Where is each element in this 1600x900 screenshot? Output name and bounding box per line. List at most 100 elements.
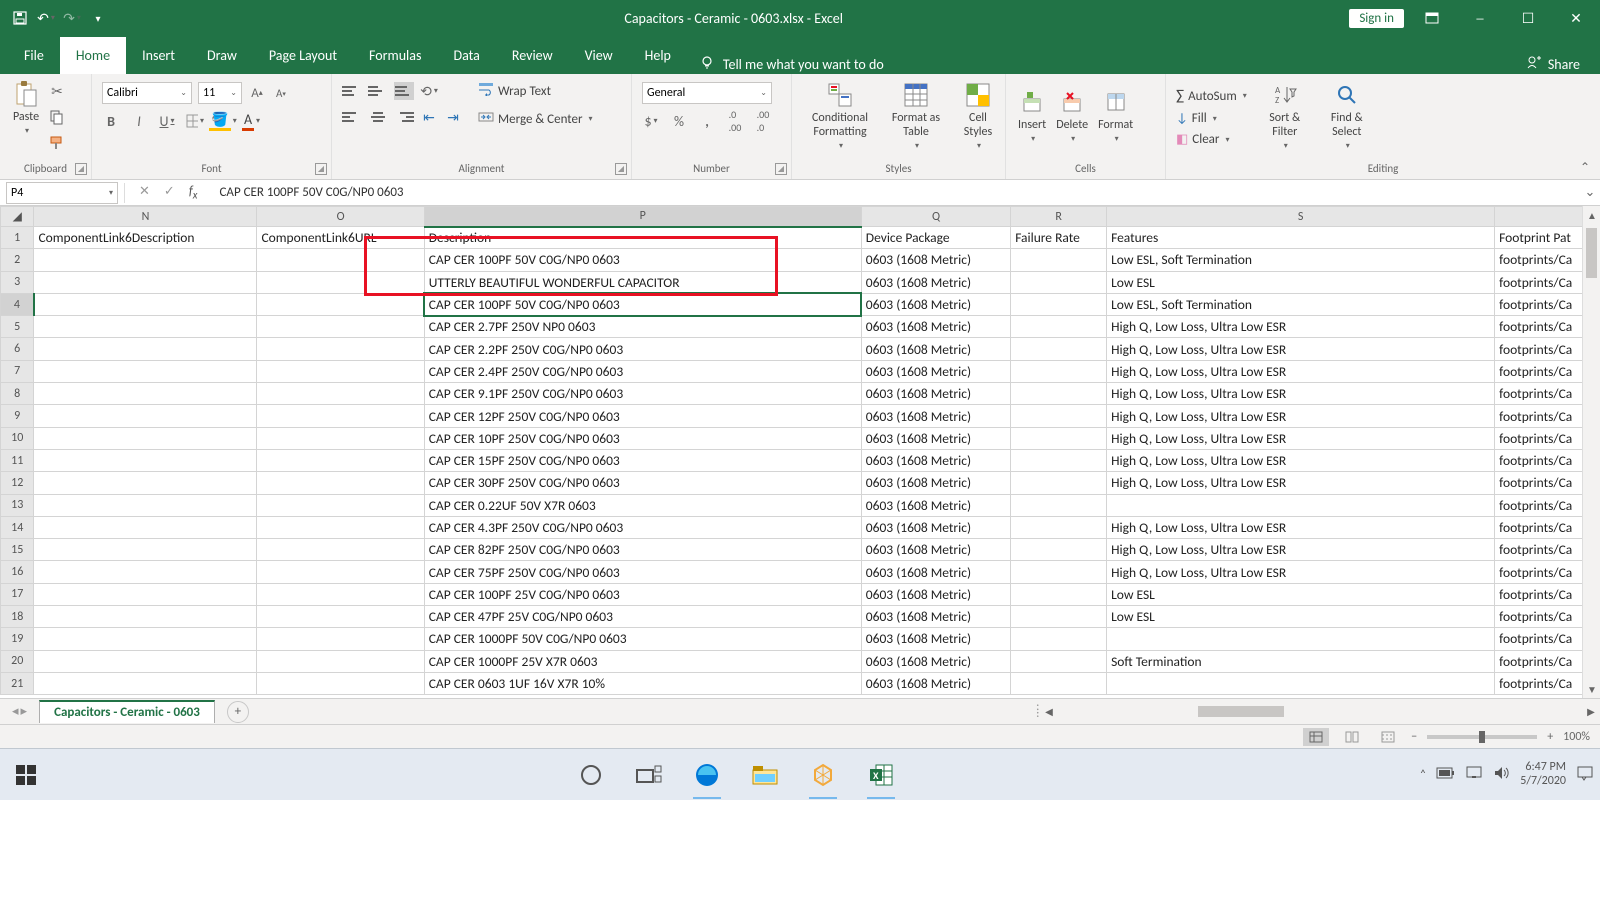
row-header[interactable]: 10 — [1, 427, 34, 449]
clock[interactable]: 6:47 PM 5/7/2020 — [1520, 761, 1566, 787]
cell[interactable]: High Q, Low Loss, Ultra Low ESR — [1107, 561, 1495, 583]
row-header[interactable]: 18 — [1, 606, 34, 628]
dialog-launcher-icon[interactable]: ◢ — [75, 163, 87, 175]
cell[interactable]: High Q, Low Loss, Ultra Low ESR — [1107, 383, 1495, 405]
tab-home[interactable]: Home — [60, 37, 126, 74]
col-header[interactable]: R — [1011, 207, 1107, 227]
row-header[interactable]: 8 — [1, 383, 34, 405]
maximize-icon[interactable]: ☐ — [1508, 0, 1548, 36]
tab-insert[interactable]: Insert — [126, 37, 191, 74]
cell[interactable]: CAP CER 0603 1UF 16V X7R 10% — [424, 672, 861, 694]
align-middle-icon[interactable] — [368, 82, 388, 100]
row-header[interactable]: 11 — [1, 449, 34, 471]
insert-cells-button[interactable]: Insert▾ — [1016, 86, 1048, 146]
tab-draw[interactable]: Draw — [191, 37, 253, 74]
cell[interactable] — [1011, 628, 1107, 650]
cell[interactable] — [257, 405, 424, 427]
paste-button[interactable]: Paste ▾ — [10, 78, 42, 138]
network-icon[interactable] — [1466, 766, 1484, 784]
cell[interactable] — [1011, 650, 1107, 672]
cell[interactable]: CAP CER 2.4PF 250V C0G/NP0 0603 — [424, 360, 861, 382]
scroll-left-icon[interactable]: ◀ — [1040, 703, 1058, 721]
col-header[interactable]: P — [424, 207, 861, 227]
row-header[interactable]: 3 — [1, 271, 34, 293]
cell[interactable]: CAP CER 4.3PF 250V C0G/NP0 0603 — [424, 516, 861, 538]
orientation-icon[interactable]: ⟲▾ — [420, 82, 438, 100]
cell[interactable]: CAP CER 0.22UF 50V X7R 0603 — [424, 494, 861, 516]
cell[interactable]: 0603 (1608 Metric) — [861, 293, 1010, 315]
cell[interactable]: High Q, Low Loss, Ultra Low ESR — [1107, 539, 1495, 561]
sign-in-button[interactable]: Sign in — [1349, 9, 1404, 28]
cell[interactable] — [34, 338, 257, 360]
cell[interactable]: 0603 (1608 Metric) — [861, 427, 1010, 449]
decrease-indent-icon[interactable]: ⇤ — [420, 108, 438, 126]
cell[interactable]: CAP CER 1000PF 50V C0G/NP0 0603 — [424, 628, 861, 650]
cell[interactable] — [34, 606, 257, 628]
cell[interactable]: High Q, Low Loss, Ultra Low ESR — [1107, 472, 1495, 494]
row-header[interactable]: 20 — [1, 650, 34, 672]
cancel-formula-icon[interactable]: ✕ — [139, 184, 150, 202]
row-header[interactable]: 7 — [1, 360, 34, 382]
cell[interactable] — [1011, 494, 1107, 516]
start-button[interactable] — [0, 749, 52, 801]
cell[interactable]: 0603 (1608 Metric) — [861, 606, 1010, 628]
cell[interactable] — [257, 583, 424, 605]
cell[interactable]: High Q, Low Loss, Ultra Low ESR — [1107, 405, 1495, 427]
cell[interactable]: ComponentLink6Description — [34, 227, 257, 249]
row-header[interactable]: 15 — [1, 539, 34, 561]
cell[interactable] — [257, 338, 424, 360]
collapse-ribbon-icon[interactable]: ⌃ — [1580, 160, 1590, 175]
row-header[interactable]: 21 — [1, 672, 34, 694]
cell[interactable]: CAP CER 9.1PF 250V C0G/NP0 0603 — [424, 383, 861, 405]
cell[interactable] — [257, 383, 424, 405]
cell-styles-button[interactable]: Cell Styles▾ — [954, 79, 1002, 153]
sheet-tab[interactable]: Capacitors - Ceramic - 0603 — [39, 700, 215, 723]
cell[interactable] — [1011, 293, 1107, 315]
cell[interactable] — [257, 561, 424, 583]
cell[interactable] — [1011, 338, 1107, 360]
cell[interactable] — [257, 650, 424, 672]
sheet-nav-next-icon[interactable]: ▸ — [21, 704, 28, 719]
cell[interactable]: 0603 (1608 Metric) — [861, 583, 1010, 605]
fill-color-icon[interactable]: 🪣▾ — [214, 112, 232, 130]
decrease-decimal-icon[interactable]: .00.0 — [754, 112, 772, 130]
cell[interactable]: Device Package — [861, 227, 1010, 249]
cell[interactable]: High Q, Low Loss, Ultra Low ESR — [1107, 338, 1495, 360]
scroll-down-icon[interactable]: ▼ — [1583, 680, 1600, 698]
cell[interactable]: 0603 (1608 Metric) — [861, 672, 1010, 694]
cell[interactable] — [257, 606, 424, 628]
row-header[interactable]: 4 — [1, 293, 34, 315]
cell[interactable]: CAP CER 47PF 25V C0G/NP0 0603 — [424, 606, 861, 628]
font-size-select[interactable]: 11⌄ — [198, 82, 242, 104]
zoom-out-button[interactable]: − — [1411, 730, 1417, 744]
cell[interactable] — [34, 494, 257, 516]
cell[interactable] — [34, 650, 257, 672]
name-box[interactable]: P4▾ — [6, 182, 118, 204]
cell[interactable] — [257, 539, 424, 561]
tab-file[interactable]: File — [8, 37, 60, 74]
cell[interactable]: Description — [424, 227, 861, 249]
cell[interactable] — [257, 672, 424, 694]
cell[interactable] — [34, 628, 257, 650]
add-sheet-button[interactable]: + — [227, 701, 249, 723]
cell[interactable] — [257, 628, 424, 650]
cell[interactable] — [257, 249, 424, 271]
cell[interactable]: 0603 (1608 Metric) — [861, 561, 1010, 583]
fill-button[interactable]: ↓Fill▾ — [1176, 111, 1247, 126]
align-bottom-icon[interactable] — [394, 82, 414, 100]
redo-icon[interactable]: ↷▾ — [64, 10, 80, 26]
cell[interactable]: Low ESL — [1107, 606, 1495, 628]
cell[interactable] — [34, 360, 257, 382]
select-all-corner[interactable]: ◢ — [1, 207, 34, 227]
cell[interactable] — [34, 472, 257, 494]
increase-font-icon[interactable]: A▴ — [248, 84, 266, 102]
cell[interactable] — [1011, 583, 1107, 605]
cell[interactable]: CAP CER 82PF 250V C0G/NP0 0603 — [424, 539, 861, 561]
cell[interactable] — [257, 427, 424, 449]
view-page-break-icon[interactable] — [1375, 728, 1401, 746]
taskbar-excel-icon[interactable]: X — [863, 757, 899, 793]
cell[interactable]: CAP CER 100PF 50V C0G/NP0 0603 — [424, 249, 861, 271]
conditional-formatting-button[interactable]: Conditional Formatting▾ — [802, 79, 878, 153]
cell[interactable] — [34, 561, 257, 583]
cell[interactable]: 0603 (1608 Metric) — [861, 383, 1010, 405]
